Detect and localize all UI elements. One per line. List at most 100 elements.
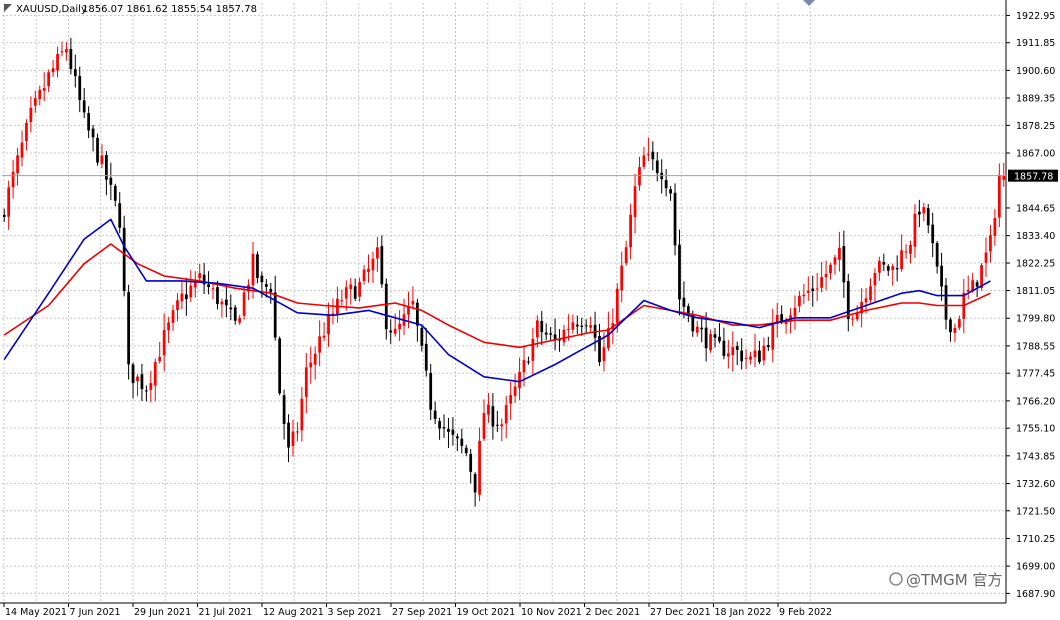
candle-body — [620, 265, 624, 291]
candle-body — [766, 345, 770, 348]
candle-body — [722, 340, 726, 357]
candle-body — [695, 326, 699, 333]
candle-body — [700, 327, 704, 330]
candle-body — [873, 272, 877, 286]
watermark: @TMGM 官方 — [889, 571, 1002, 589]
candle-body — [518, 372, 521, 389]
candle-body — [544, 332, 548, 335]
candle-body — [975, 282, 979, 287]
x-tick-label: 19 Oct 2021 — [457, 607, 516, 618]
candle-body — [42, 88, 46, 91]
candle-body — [1002, 175, 1006, 180]
y-tick-label: 1755.10 — [1016, 424, 1055, 435]
candle-body — [238, 318, 242, 323]
candle-body — [47, 72, 51, 87]
candle-body — [158, 356, 162, 362]
candle-body — [704, 327, 708, 349]
candle-body — [989, 235, 992, 252]
candle-body — [344, 287, 348, 299]
candle-body — [167, 322, 170, 331]
candle-body — [384, 283, 388, 330]
price-chart[interactable]: 1922.95 1911.85 1900.60 1889.35 1878.25 1867.… — [0, 0, 1060, 620]
candle-body — [771, 324, 775, 350]
candle-body — [264, 284, 268, 287]
candle-body — [447, 428, 450, 432]
candle-body — [673, 192, 677, 246]
candle-body — [429, 372, 433, 410]
y-tick-label: 1799.80 — [1016, 314, 1055, 325]
y-tick-label: 1911.85 — [1016, 38, 1055, 49]
candle-body — [393, 328, 397, 334]
candle-body — [793, 308, 797, 317]
candle-body — [140, 374, 144, 390]
y-tick-label: 1833.40 — [1016, 231, 1055, 242]
candle-body — [33, 98, 37, 106]
candle-body — [25, 122, 28, 142]
candle-body — [300, 398, 304, 431]
candle-body — [615, 288, 619, 323]
candle-body — [389, 330, 393, 333]
candle-body — [367, 268, 370, 272]
candle-body — [198, 273, 202, 279]
candle-body — [269, 288, 273, 293]
candle-body — [913, 213, 917, 247]
y-tick-label: 1878.25 — [1016, 121, 1055, 132]
candle-body — [469, 453, 473, 472]
candle-body — [38, 89, 42, 99]
candle-body — [824, 273, 828, 278]
candle-body — [864, 298, 868, 303]
candle-body — [251, 253, 255, 286]
candle-body — [118, 203, 122, 228]
y-tick-label: 1766.20 — [1016, 396, 1055, 407]
candle-body — [567, 329, 570, 331]
y-tick-label: 1687.90 — [1016, 589, 1055, 600]
candle-body — [287, 422, 290, 448]
candle-body — [376, 247, 379, 259]
candle-body — [682, 297, 686, 307]
candle-body — [811, 288, 815, 292]
candle-body — [398, 323, 401, 330]
x-tick-label: 27 Sep 2021 — [392, 607, 452, 618]
candle-body — [971, 280, 975, 291]
candle-body — [322, 335, 326, 338]
candle-body — [549, 333, 553, 335]
candle-body — [966, 289, 970, 292]
candle-body — [60, 51, 64, 53]
candle-body — [327, 313, 330, 335]
candle-body — [87, 113, 91, 131]
candle-body — [935, 242, 939, 267]
candle-body — [224, 299, 228, 306]
candle-body — [917, 211, 921, 215]
candle-body — [504, 405, 508, 424]
candle-body — [2, 214, 6, 217]
candle-body — [851, 318, 855, 320]
candle-body — [709, 334, 712, 351]
candle-body — [655, 160, 659, 174]
candle-body — [65, 49, 68, 53]
candle-body — [491, 406, 495, 427]
candle-body — [891, 266, 895, 270]
candle-body — [495, 424, 499, 426]
candle-body — [340, 300, 344, 302]
candle-body — [20, 142, 24, 158]
candle-body — [500, 424, 504, 427]
candle-body — [886, 266, 890, 271]
candle-body — [162, 329, 166, 356]
candle-body — [922, 207, 926, 214]
candle-body — [895, 268, 899, 270]
last-price-label: 1857.78 — [1014, 172, 1053, 183]
candle-body — [282, 395, 286, 424]
candle — [673, 183, 677, 256]
candle-body — [207, 284, 210, 288]
y-tick-label: 1743.85 — [1016, 451, 1055, 462]
candle-body — [846, 281, 850, 320]
candle-body — [433, 410, 437, 419]
candle-body — [216, 287, 219, 304]
candle-body — [762, 345, 766, 361]
candle-body — [149, 383, 153, 390]
candle-body — [513, 386, 517, 397]
candle-body — [633, 186, 637, 218]
candle-body — [415, 302, 419, 326]
chart-canvas[interactable]: 1922.95 1911.85 1900.60 1889.35 1878.25 1867.… — [0, 0, 1060, 620]
candle-body — [56, 53, 59, 71]
